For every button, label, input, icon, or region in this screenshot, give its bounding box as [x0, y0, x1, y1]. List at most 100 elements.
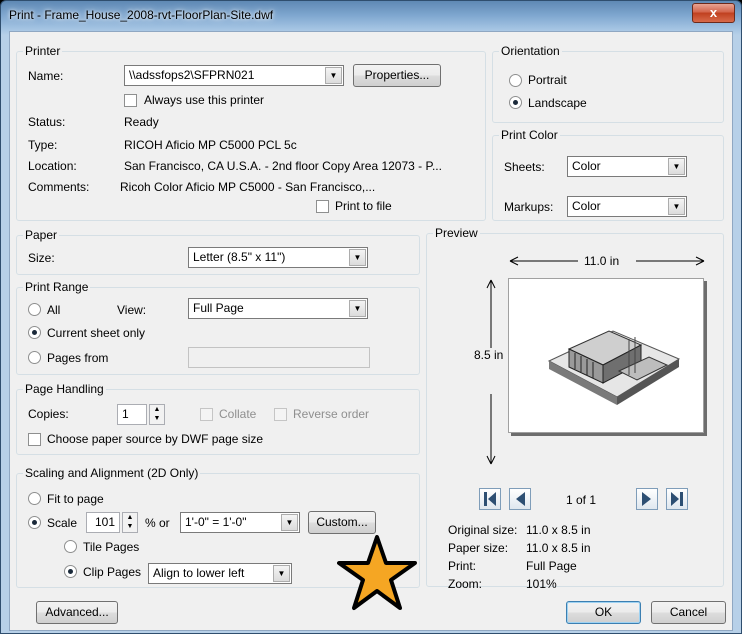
status-label: Status:	[28, 115, 66, 129]
copies-stepper[interactable]: ▲ ▼	[149, 404, 165, 425]
print-range-group-label: Print Range	[23, 280, 91, 294]
landscape-radio[interactable]	[509, 96, 522, 109]
paper-source-checkbox[interactable]	[28, 433, 41, 446]
print-color-group-label: Print Color	[499, 128, 560, 142]
first-page-button[interactable]	[479, 488, 501, 510]
scaling-group-label: Scaling and Alignment (2D Only)	[23, 466, 201, 480]
previous-page-icon	[516, 492, 525, 506]
height-dimension-arrow	[486, 279, 496, 465]
chevron-down-icon[interactable]: ▼	[668, 198, 685, 215]
type-value: RICOH Aficio MP C5000 PCL 5c	[124, 138, 297, 152]
sheets-color-select[interactable]: Color ▼	[567, 156, 687, 177]
clip-pages-label: Clip Pages	[83, 565, 142, 579]
tile-pages-label: Tile Pages	[83, 540, 140, 554]
first-page-icon	[484, 492, 496, 506]
percent-or-label: % or	[145, 516, 170, 530]
print-all-label: All	[47, 303, 61, 317]
status-value: Ready	[124, 115, 159, 129]
comments-label: Comments:	[28, 180, 90, 194]
last-page-icon	[671, 492, 683, 506]
preview-width-label: 11.0 in	[584, 254, 620, 268]
clip-pages-radio[interactable]	[64, 565, 77, 578]
type-label: Type:	[28, 138, 58, 152]
chevron-down-icon[interactable]: ▼	[349, 249, 366, 266]
printer-name-value: \\adssfops2\SFPRN021	[129, 68, 255, 82]
advanced-button[interactable]: Advanced...	[36, 601, 118, 624]
preview-height-label: 8.5 in	[474, 348, 504, 362]
markups-color-select[interactable]: Color ▼	[567, 196, 687, 217]
markups-label: Markups:	[504, 200, 554, 214]
preview-page	[508, 278, 704, 433]
previous-page-button[interactable]	[509, 488, 531, 510]
chevron-down-icon[interactable]: ▼	[325, 67, 342, 84]
always-use-printer-checkbox[interactable]	[124, 94, 137, 107]
markups-color-value: Color	[572, 199, 601, 213]
printer-group-label: Printer	[23, 44, 63, 58]
scale-input[interactable]: 101	[86, 512, 120, 533]
window-title: Print - Frame_House_2008-rvt-FloorPlan-S…	[9, 8, 274, 22]
paper-size-label: Size:	[28, 251, 55, 265]
view-select[interactable]: Full Page ▼	[188, 298, 368, 319]
print-info-label: Print:	[448, 559, 477, 573]
copies-label: Copies:	[28, 407, 69, 421]
zoom-info-label: Zoom:	[448, 577, 483, 591]
paper-group-label: Paper	[23, 228, 60, 242]
reverse-order-checkbox[interactable]	[274, 408, 287, 421]
zoom-info-value: 101%	[526, 577, 557, 591]
print-info-value: Full Page	[526, 559, 577, 573]
location-value: San Francisco, CA U.S.A. - 2nd floor Cop…	[124, 159, 442, 173]
last-page-button[interactable]	[666, 488, 688, 510]
pages-from-label: Pages from	[47, 351, 109, 365]
alignment-select[interactable]: Align to lower left ▼	[148, 563, 292, 584]
location-label: Location:	[28, 159, 77, 173]
highlight-star-icon	[337, 535, 417, 610]
paper-size-info-label: Paper size:	[448, 541, 509, 555]
collate-checkbox[interactable]	[200, 408, 213, 421]
chevron-down-icon[interactable]: ▼	[281, 514, 298, 531]
paper-size-info-value: 11.0 x 8.5 in	[526, 541, 591, 555]
next-page-icon	[642, 492, 651, 506]
original-size-label: Original size:	[448, 523, 518, 537]
always-use-printer-label: Always use this printer	[144, 93, 265, 107]
title-bar[interactable]: Print - Frame_House_2008-rvt-FloorPlan-S…	[1, 1, 741, 31]
sheets-label: Sheets:	[504, 160, 545, 174]
page-indicator: 1 of 1	[566, 493, 597, 507]
chevron-down-icon[interactable]: ▼	[668, 158, 685, 175]
alignment-value: Align to lower left	[153, 566, 245, 580]
comments-value: Ricoh Color Aficio MP C5000 - San Franci…	[120, 180, 376, 194]
scale-radio[interactable]	[28, 516, 41, 529]
print-to-file-checkbox[interactable]	[316, 200, 329, 213]
view-label: View:	[117, 303, 147, 317]
custom-scale-button[interactable]: Custom...	[308, 511, 376, 534]
cancel-button[interactable]: Cancel	[651, 601, 726, 624]
sheets-color-value: Color	[572, 159, 601, 173]
scale-ratio-select[interactable]: 1'-0" = 1'-0" ▼	[180, 512, 300, 533]
properties-button[interactable]: Properties...	[353, 64, 441, 87]
current-sheet-label: Current sheet only	[47, 326, 146, 340]
pages-from-input[interactable]	[188, 347, 370, 368]
next-page-button[interactable]	[636, 488, 658, 510]
scale-ratio-value: 1'-0" = 1'-0"	[185, 515, 247, 529]
building-model-image	[547, 330, 681, 405]
pages-from-radio[interactable]	[28, 351, 41, 364]
chevron-down-icon[interactable]: ▼	[273, 565, 290, 582]
copies-input[interactable]: 1	[117, 404, 147, 425]
fit-to-page-radio[interactable]	[28, 492, 41, 505]
scale-stepper[interactable]: ▲ ▼	[122, 512, 138, 533]
print-all-radio[interactable]	[28, 303, 41, 316]
chevron-down-icon[interactable]: ▼	[349, 300, 366, 317]
paper-size-value: Letter (8.5" x 11")	[193, 250, 286, 264]
reverse-order-label: Reverse order	[293, 407, 370, 421]
landscape-label: Landscape	[528, 96, 587, 110]
current-sheet-radio[interactable]	[28, 326, 41, 339]
close-button[interactable]: x	[692, 3, 735, 23]
paper-size-select[interactable]: Letter (8.5" x 11") ▼	[188, 247, 368, 268]
portrait-radio[interactable]	[509, 74, 522, 87]
preview-group-label: Preview	[433, 226, 480, 240]
printer-name-label: Name:	[28, 69, 64, 83]
printer-name-select[interactable]: \\adssfops2\SFPRN021 ▼	[124, 65, 344, 86]
fit-to-page-label: Fit to page	[47, 492, 104, 506]
tile-pages-radio[interactable]	[64, 540, 77, 553]
ok-button[interactable]: OK	[566, 601, 641, 624]
paper-source-label: Choose paper source by DWF page size	[47, 432, 264, 446]
